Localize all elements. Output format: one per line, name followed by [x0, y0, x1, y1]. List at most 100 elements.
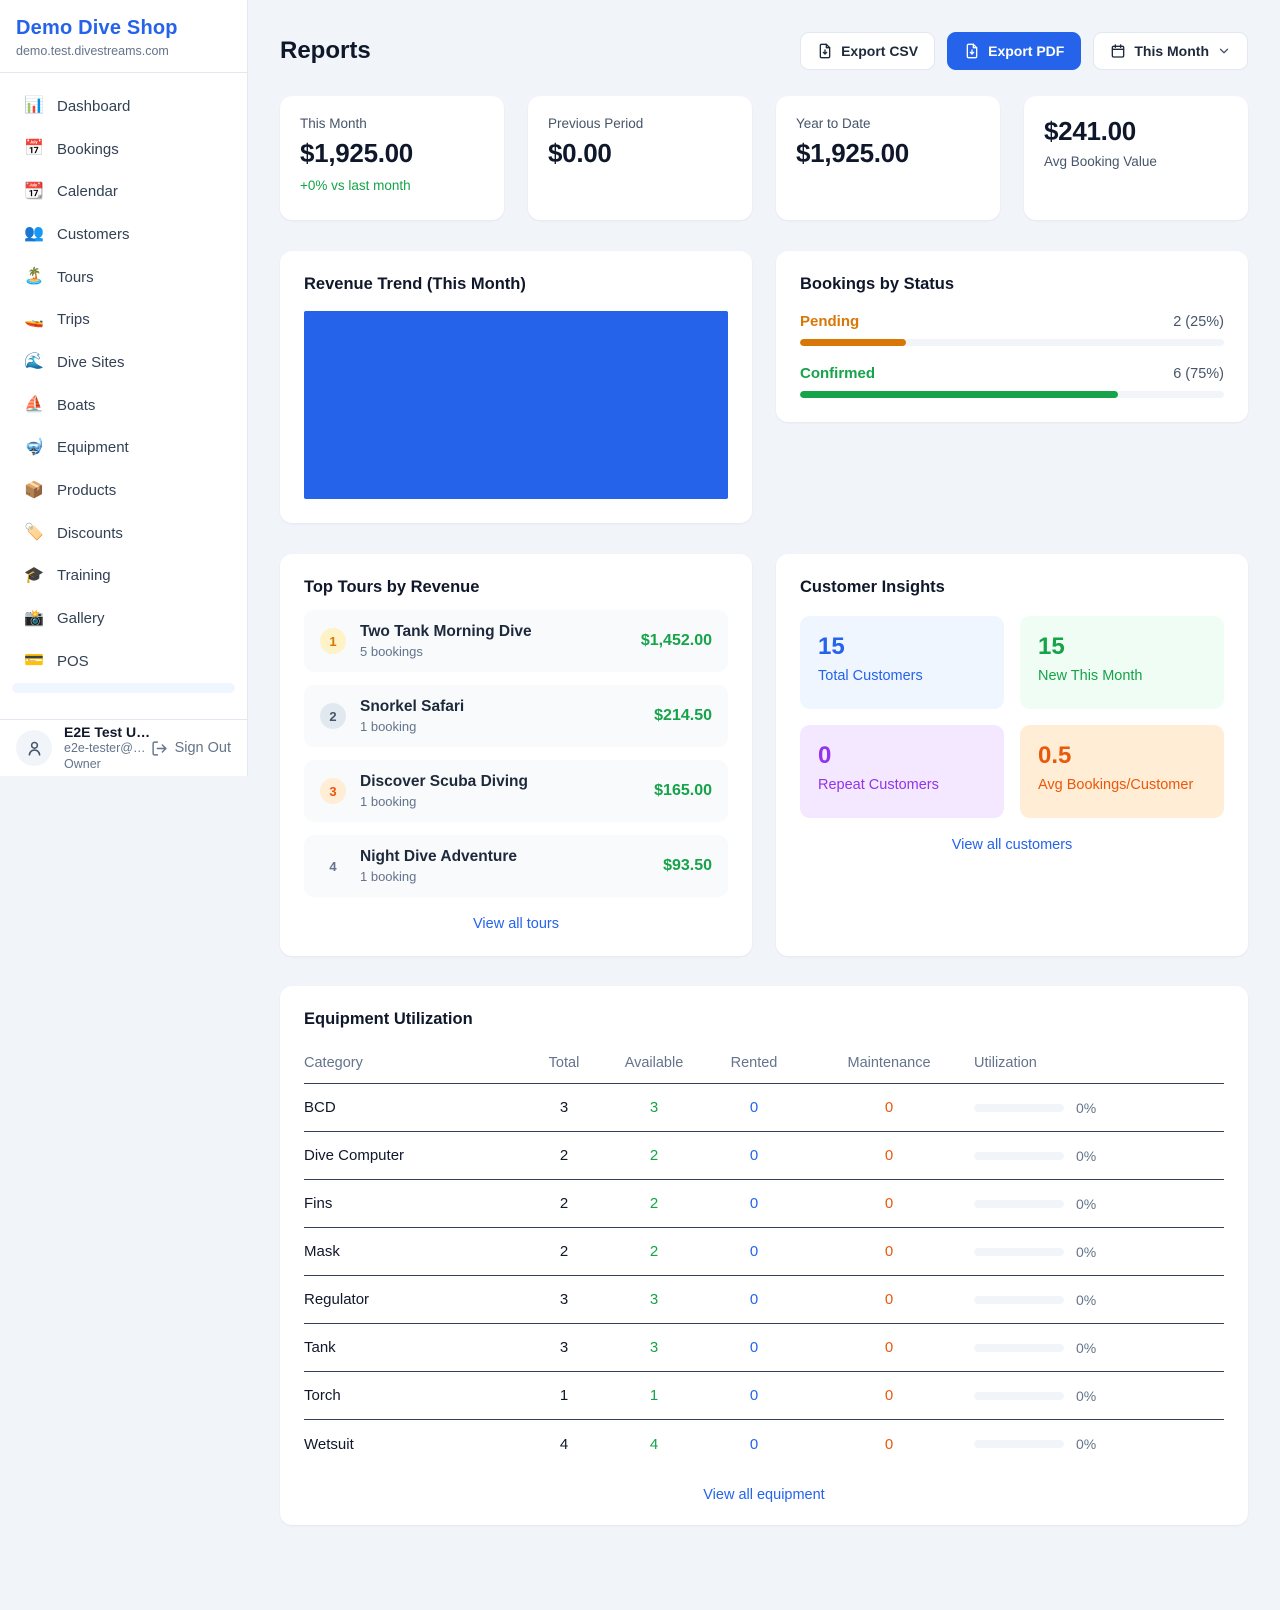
- sidebar-item-customers[interactable]: 👥 Customers: [12, 213, 235, 256]
- sidebar-item-label: Tours: [57, 269, 94, 286]
- sidebar-item-discounts[interactable]: 🏷️ Discounts: [12, 512, 235, 555]
- export-pdf-label: Export PDF: [988, 43, 1064, 59]
- sidebar-item-bookings[interactable]: 📅 Bookings: [12, 128, 235, 171]
- stat-card-avg-booking-value: $241.00 Avg Booking Value: [1024, 96, 1248, 220]
- cell-maintenance: 0: [804, 1291, 974, 1308]
- sidebar-item-label: Customers: [57, 226, 130, 243]
- sidebar-item-reports-partial[interactable]: [12, 683, 235, 693]
- sidebar-item-boats[interactable]: ⛵ Boats: [12, 384, 235, 427]
- utilization-bar: [974, 1392, 1064, 1400]
- sidebar-item-label: Equipment: [57, 439, 129, 456]
- sidebar-item-products[interactable]: 📦 Products: [12, 469, 235, 512]
- utilization-bar: [974, 1248, 1064, 1256]
- insight-value: 0.5: [1038, 742, 1206, 770]
- page-title: Reports: [280, 37, 371, 65]
- sidebar-item-gallery[interactable]: 📸 Gallery: [12, 597, 235, 640]
- cell-total: 3: [524, 1339, 604, 1356]
- cell-total: 1: [524, 1387, 604, 1404]
- customers-icon: 👥: [24, 226, 44, 242]
- cell-category: Dive Computer: [304, 1147, 524, 1164]
- cell-available: 4: [604, 1436, 704, 1453]
- status-progress-fill: [800, 391, 1118, 398]
- cell-utilization: 0%: [974, 1244, 1224, 1260]
- cell-total: 3: [524, 1099, 604, 1116]
- sidebar-item-trips[interactable]: 🚤 Trips: [12, 298, 235, 341]
- cell-utilization: 0%: [974, 1196, 1224, 1212]
- tour-row: 4 Night Dive Adventure 1 booking $93.50: [304, 835, 728, 897]
- insight-value: 15: [1038, 633, 1206, 661]
- rank-badge: 1: [320, 628, 346, 654]
- dashboard-icon: 📊: [24, 98, 44, 114]
- view-all-tours-link[interactable]: View all tours: [304, 916, 728, 932]
- insight-tile-total-customers: 15 Total Customers: [800, 616, 1004, 709]
- package-icon: 📦: [24, 483, 44, 499]
- wave-icon: 🌊: [24, 354, 44, 370]
- view-all-equipment-link[interactable]: View all equipment: [304, 1487, 1224, 1503]
- sidebar-item-label: Dashboard: [57, 98, 130, 115]
- utilization-pct: 0%: [1076, 1436, 1096, 1452]
- sidebar-item-label: Boats: [57, 397, 95, 414]
- customer-insights-title: Customer Insights: [800, 578, 1224, 597]
- cell-utilization: 0%: [974, 1100, 1224, 1116]
- table-row-fins: Fins 2 2 0 0 0%: [304, 1180, 1224, 1228]
- equipment-utilization-title: Equipment Utilization: [304, 1010, 1224, 1029]
- utilization-bar: [974, 1440, 1064, 1448]
- sidebar-item-pos[interactable]: 💳 POS: [12, 640, 235, 683]
- cell-category: Torch: [304, 1387, 524, 1404]
- bookings-by-status-title: Bookings by Status: [800, 275, 1224, 294]
- sidebar-item-equipment[interactable]: 🤿 Equipment: [12, 427, 235, 470]
- status-row-pending: Pending 2 (25%): [800, 313, 1224, 346]
- cell-rented: 0: [704, 1436, 804, 1453]
- status-count: 2 (25%): [1173, 314, 1224, 330]
- cell-maintenance: 0: [804, 1099, 974, 1116]
- status-label: Confirmed: [800, 365, 875, 382]
- bookings-by-status-card: Bookings by Status Pending 2 (25%) Confi…: [776, 251, 1248, 422]
- cell-available: 2: [604, 1147, 704, 1164]
- tour-revenue: $165.00: [654, 782, 712, 800]
- status-progressbar: [800, 391, 1224, 398]
- tour-name: Snorkel Safari: [360, 698, 640, 716]
- sign-out-button[interactable]: Sign Out: [151, 740, 231, 757]
- export-pdf-button[interactable]: Export PDF: [947, 32, 1081, 70]
- stat-value: $1,925.00: [796, 138, 980, 169]
- export-csv-label: Export CSV: [841, 43, 918, 59]
- cell-category: Mask: [304, 1243, 524, 1260]
- equipment-table: Category Total Available Rented Maintena…: [304, 1042, 1224, 1468]
- island-icon: 🏝️: [24, 269, 44, 285]
- sidebar-item-tours[interactable]: 🏝️ Tours: [12, 256, 235, 299]
- user-email: e2e-tester@…: [64, 741, 139, 757]
- utilization-pct: 0%: [1076, 1388, 1096, 1404]
- tour-row: 3 Discover Scuba Diving 1 booking $165.0…: [304, 760, 728, 822]
- insight-label: Avg Bookings/Customer: [1038, 777, 1206, 793]
- tour-name: Two Tank Morning Dive: [360, 623, 627, 641]
- brand: Demo Dive Shop demo.test.divestreams.com: [0, 0, 247, 73]
- sidebar-item-dashboard[interactable]: 📊 Dashboard: [12, 85, 235, 128]
- insight-label: New This Month: [1038, 668, 1206, 684]
- cell-total: 2: [524, 1243, 604, 1260]
- user-footer: E2E Test U… e2e-tester@… Owner Sign Out: [0, 719, 247, 776]
- tag-icon: 🏷️: [24, 525, 44, 541]
- user-meta: E2E Test U… e2e-tester@… Owner: [64, 724, 139, 773]
- cell-rented: 0: [704, 1291, 804, 1308]
- column-header-available: Available: [604, 1055, 704, 1071]
- cell-available: 3: [604, 1339, 704, 1356]
- stat-label: Previous Period: [548, 116, 732, 131]
- column-header-maintenance: Maintenance: [804, 1055, 974, 1071]
- cell-rented: 0: [704, 1243, 804, 1260]
- view-all-customers-link[interactable]: View all customers: [800, 837, 1224, 853]
- cell-total: 4: [524, 1436, 604, 1453]
- cell-maintenance: 0: [804, 1387, 974, 1404]
- dive-mask-icon: 🤿: [24, 440, 44, 456]
- sidebar-item-training[interactable]: 🎓 Training: [12, 555, 235, 598]
- cell-category: Tank: [304, 1339, 524, 1356]
- sidebar-item-calendar[interactable]: 📆 Calendar: [12, 170, 235, 213]
- period-dropdown[interactable]: This Month: [1093, 32, 1248, 70]
- table-row-mask: Mask 2 2 0 0 0%: [304, 1228, 1224, 1276]
- cell-available: 3: [604, 1291, 704, 1308]
- cell-total: 2: [524, 1195, 604, 1212]
- utilization-bar: [974, 1344, 1064, 1352]
- sidebar-item-dive-sites[interactable]: 🌊 Dive Sites: [12, 341, 235, 384]
- sidebar-item-label: Products: [57, 482, 116, 499]
- utilization-bar: [974, 1296, 1064, 1304]
- export-csv-button[interactable]: Export CSV: [800, 32, 935, 70]
